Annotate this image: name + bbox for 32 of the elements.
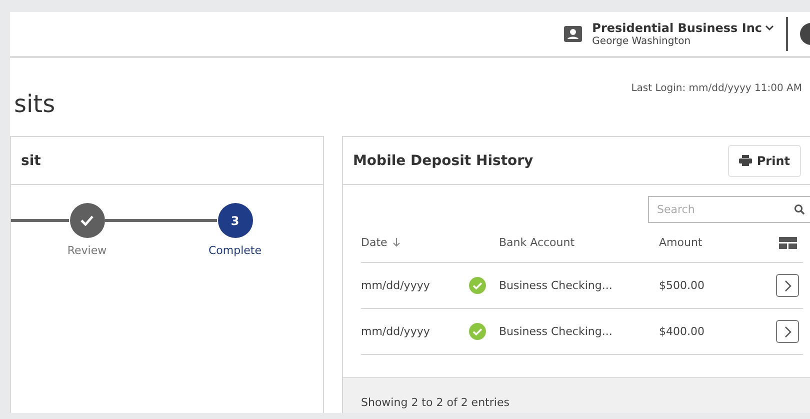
chevron-right-icon bbox=[784, 280, 792, 292]
column-header[interactable]: Date bbox=[361, 236, 469, 249]
step-label: Complete bbox=[208, 244, 262, 257]
panel-title: sit bbox=[21, 152, 41, 168]
table-layout-icon[interactable] bbox=[779, 236, 797, 248]
step-circle: 3 bbox=[218, 203, 252, 238]
account-cell-text: Business Checking... bbox=[499, 325, 614, 338]
company-dropdown[interactable]: Presidential Business Inc bbox=[592, 21, 774, 35]
page-title: sits bbox=[14, 90, 56, 118]
user-card-icon bbox=[564, 26, 582, 42]
date-cell-text: mm/dd/yyyy bbox=[361, 279, 431, 292]
details-button[interactable] bbox=[776, 274, 799, 297]
check-icon bbox=[80, 215, 94, 226]
panel-title: Mobile Deposit History bbox=[353, 152, 534, 168]
printer-icon bbox=[738, 155, 752, 166]
date-cell-text: mm/dd/yyyy bbox=[361, 325, 431, 338]
details-button[interactable] bbox=[776, 320, 799, 343]
account-cell-text: Business Checking... bbox=[499, 279, 614, 292]
column-header[interactable]: Amount bbox=[659, 236, 763, 249]
chevron-right-icon bbox=[784, 326, 792, 338]
amount-cell-text: $400.00 bbox=[659, 325, 706, 338]
amount-cell-text: $500.00 bbox=[659, 279, 706, 292]
column-header[interactable]: Bank Account bbox=[499, 236, 659, 249]
last-login: Last Login: mm/dd/yyyy 11:00 AM bbox=[631, 83, 802, 94]
entries-count: Showing 2 to 2 of 2 entries bbox=[361, 396, 510, 409]
print-button[interactable]: Print bbox=[728, 144, 801, 176]
search-field[interactable]: Search bbox=[648, 196, 810, 223]
user-name: George Washington bbox=[592, 36, 692, 47]
search-icon bbox=[794, 204, 805, 215]
arrow-down-icon bbox=[393, 238, 400, 247]
step-label: Review bbox=[67, 244, 107, 257]
chevron-down-icon bbox=[765, 25, 774, 31]
